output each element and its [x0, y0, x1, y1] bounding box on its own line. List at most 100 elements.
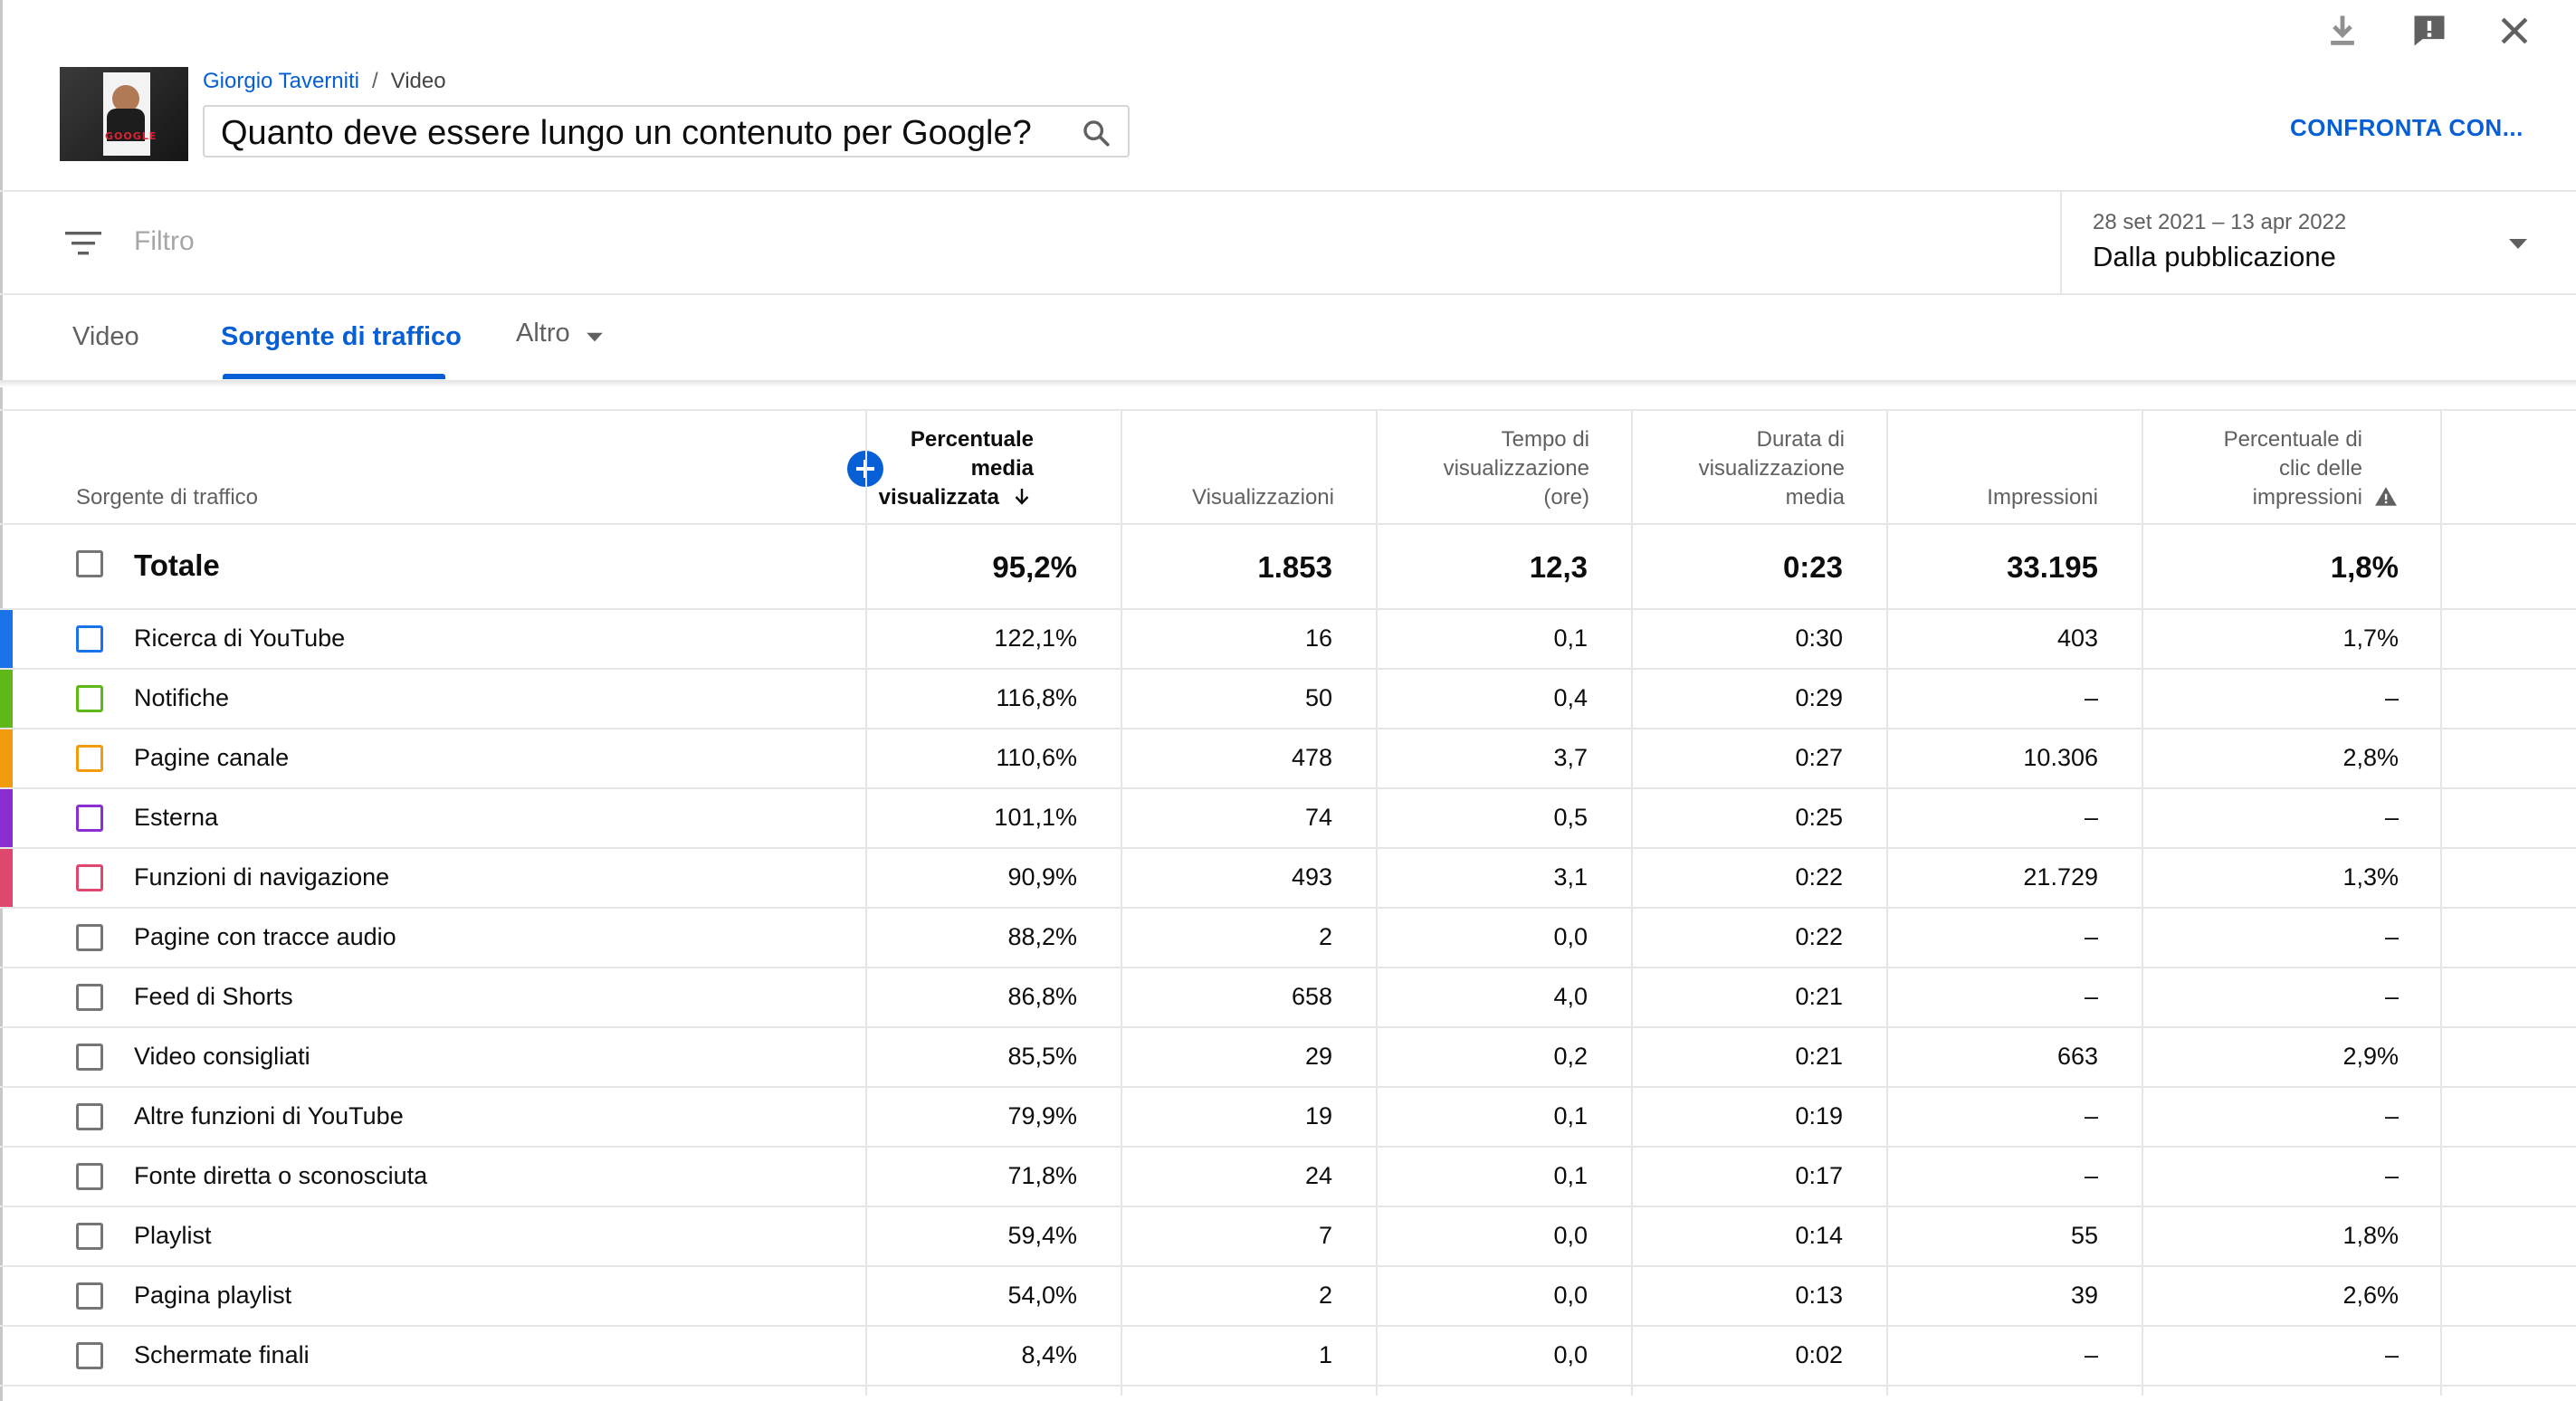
- row-checkbox[interactable]: [76, 1342, 103, 1369]
- header-views[interactable]: Visualizzazioni: [1122, 483, 1334, 512]
- cell-avg-percentage: 122,1%: [994, 624, 1077, 652]
- header-line: Percentuale di: [2223, 427, 2362, 452]
- cell-ctr: 1,3%: [2342, 863, 2399, 891]
- total-label: Totale: [134, 548, 220, 582]
- row-checkbox[interactable]: [76, 1163, 103, 1190]
- cell-views: 2: [1318, 1282, 1332, 1309]
- row-divider: [0, 1385, 2576, 1387]
- cell-watch-time: 0,0: [1553, 1282, 1588, 1309]
- cell-avg-percentage: 116,8%: [996, 684, 1077, 711]
- header-impressions[interactable]: Impressioni: [1892, 483, 2098, 512]
- row-label: Schermate finali: [134, 1341, 310, 1368]
- row-checkbox[interactable]: [76, 864, 103, 891]
- search-icon[interactable]: [1081, 118, 1111, 148]
- header-line: Percentuale: [910, 427, 1034, 452]
- date-range-selector[interactable]: 28 set 2021 – 13 apr 2022 Dalla pubblica…: [2060, 192, 2576, 295]
- sort-down-arrow-icon[interactable]: [1010, 486, 1034, 508]
- active-tab-indicator: [223, 374, 445, 379]
- row-checkbox[interactable]: [76, 1223, 103, 1250]
- cell-avg-duration: 0:14: [1795, 1222, 1843, 1249]
- download-icon[interactable]: [2323, 11, 2362, 51]
- row-label: Playlist: [134, 1222, 212, 1249]
- tab-more[interactable]: Altro: [516, 319, 570, 348]
- header-ctr[interactable]: Percentuale di clic delle impressioni: [2145, 425, 2399, 512]
- row-checkbox[interactable]: [76, 805, 103, 832]
- date-range-text: 28 set 2021 – 13 apr 2022: [2093, 210, 2347, 234]
- breadcrumb-channel-link[interactable]: Giorgio Taverniti: [203, 69, 359, 93]
- cell-impressions: 10.306: [2023, 744, 2098, 771]
- cell-ctr: –: [2384, 1162, 2399, 1189]
- header-divider: [0, 523, 2576, 525]
- video-thumbnail[interactable]: GOOGLE: [60, 67, 188, 161]
- row-divider: [0, 1325, 2576, 1327]
- tab-video[interactable]: Video: [72, 322, 139, 352]
- header-avg-duration[interactable]: Durata di visualizzazione media: [1633, 425, 1845, 512]
- row-checkbox[interactable]: [76, 984, 103, 1011]
- row-label: Fonte diretta o sconosciuta: [134, 1162, 428, 1189]
- row-divider: [0, 1086, 2576, 1088]
- breadcrumb: Giorgio Taverniti / Video: [203, 69, 446, 94]
- cell-ctr: 1,7%: [2342, 624, 2399, 652]
- series-color-bar: [0, 670, 13, 728]
- feedback-icon[interactable]: [2409, 11, 2449, 51]
- cell-views: 478: [1291, 744, 1332, 771]
- cell-avg-duration: 0:17: [1795, 1162, 1843, 1189]
- cell-watch-time: 0,5: [1553, 804, 1588, 831]
- row-checkbox[interactable]: [76, 924, 103, 951]
- row-checkbox[interactable]: [76, 1103, 103, 1130]
- header-traffic-source[interactable]: Sorgente di traffico: [76, 483, 258, 512]
- row-checkbox[interactable]: [76, 625, 103, 653]
- filter-input[interactable]: Filtro: [134, 226, 195, 257]
- column-divider: [1121, 409, 1122, 1396]
- filter-divider: [0, 293, 2576, 295]
- cell-ctr: –: [2384, 923, 2399, 950]
- row-divider: [0, 907, 2576, 909]
- header-line: visualizzazione: [1698, 456, 1845, 481]
- tab-traffic-source[interactable]: Sorgente di traffico: [221, 322, 462, 352]
- total-watch-time: 12,3: [1529, 550, 1588, 584]
- row-label: Funzioni di navigazione: [134, 863, 390, 891]
- total-ctr: 1,8%: [2330, 550, 2399, 584]
- date-range-label: Dalla pubblicazione: [2093, 241, 2336, 272]
- video-selector[interactable]: Quanto deve essere lungo un contenuto pe…: [203, 105, 1130, 157]
- table-top-border: [0, 409, 2576, 411]
- tabs-shadow: [0, 380, 2576, 387]
- header-line: visualizzazione: [1443, 456, 1589, 481]
- cell-avg-duration: 0:25: [1795, 804, 1843, 831]
- cell-ctr: –: [2384, 983, 2399, 1010]
- compare-button[interactable]: CONFRONTA CON...: [2290, 114, 2524, 142]
- row-checkbox[interactable]: [76, 685, 103, 712]
- column-divider: [2142, 409, 2143, 1396]
- cell-avg-percentage: 54,0%: [1007, 1282, 1077, 1309]
- row-checkbox[interactable]: [76, 1282, 103, 1310]
- warning-icon[interactable]: [2373, 485, 2399, 509]
- cell-views: 24: [1304, 1162, 1332, 1189]
- cell-avg-percentage: 59,4%: [1007, 1222, 1077, 1249]
- cell-avg-duration: 0:27: [1795, 744, 1843, 771]
- cell-impressions: –: [2084, 1341, 2098, 1368]
- cell-impressions: 663: [2056, 1043, 2098, 1070]
- cell-impressions: 55: [2070, 1222, 2098, 1249]
- total-checkbox[interactable]: [76, 550, 103, 577]
- cell-watch-time: 0,0: [1553, 923, 1588, 950]
- close-icon[interactable]: [2495, 11, 2534, 51]
- cell-impressions: –: [2084, 804, 2098, 831]
- series-color-bar: [0, 729, 13, 787]
- cell-ctr: 1,8%: [2342, 1222, 2399, 1249]
- filter-icon[interactable]: [65, 230, 101, 257]
- row-label: Video consigliati: [134, 1043, 310, 1070]
- cell-watch-time: 0,0: [1553, 1341, 1588, 1368]
- cell-avg-duration: 0:22: [1795, 923, 1843, 950]
- total-impressions: 33.195: [2007, 550, 2098, 584]
- row-checkbox[interactable]: [76, 1044, 103, 1071]
- row-checkbox[interactable]: [76, 745, 103, 772]
- cell-impressions: –: [2084, 983, 2098, 1010]
- row-label: Pagine canale: [134, 744, 290, 771]
- column-divider: [1886, 409, 1888, 1396]
- header-watch-time[interactable]: Tempo di visualizzazione (ore): [1376, 425, 1589, 512]
- cell-impressions: 21.729: [2023, 863, 2098, 891]
- row-label: Ricerca di YouTube: [134, 624, 346, 652]
- column-divider: [1631, 409, 1633, 1396]
- header-avg-percentage[interactable]: Percentuale media visualizzata: [869, 425, 1034, 512]
- cell-views: 1: [1318, 1341, 1332, 1368]
